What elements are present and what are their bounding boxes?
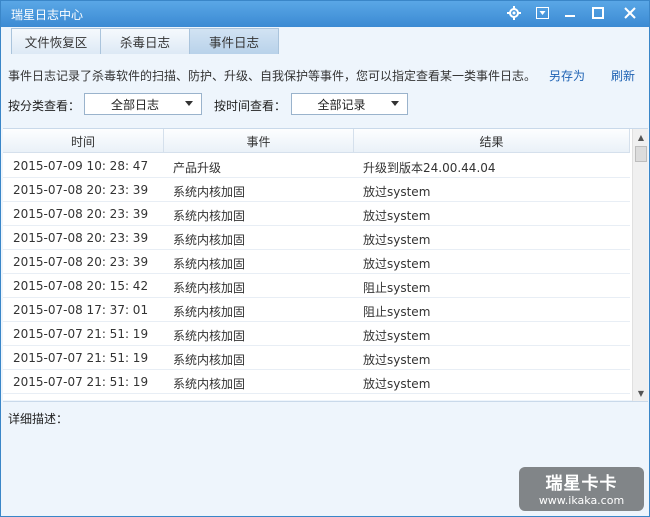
column-header-event[interactable]: 事件 — [164, 129, 354, 153]
cell-time: 2015-07-08 20: 23: 39 — [13, 255, 149, 269]
cell-time: 2015-07-08 20: 15: 42 — [13, 279, 149, 293]
category-filter-label: 按分类查看： — [8, 99, 81, 113]
info-line: 事件日志记录了杀毒软件的扫描、防护、升级、自我保护等事件，您可以指定查看某一类事… — [8, 67, 644, 84]
cell-result: 放过system — [363, 377, 431, 391]
cell-event: 产品升级 — [173, 161, 222, 175]
tab-scan-log[interactable]: 杀毒日志 — [100, 28, 190, 54]
cell-result: 放过system — [363, 257, 431, 271]
ikaka-watermark-logo: 瑞星卡卡 www.ikaka.com — [519, 467, 644, 511]
column-header-time[interactable]: 时间 — [3, 129, 164, 153]
cell-event: 系统内核加固 — [173, 233, 246, 247]
watermark-main-text: 瑞星卡卡 — [545, 474, 618, 494]
chevron-down-icon — [391, 101, 399, 106]
table-row[interactable]: 2015-07-08 20: 23: 39 系统内核加固 放过system — [3, 226, 630, 250]
cell-result: 放过system — [363, 353, 431, 367]
cell-event: 系统内核加固 — [173, 257, 246, 271]
vertical-scrollbar[interactable]: ▲ ▼ — [632, 129, 648, 401]
info-text: 事件日志记录了杀毒软件的扫描、防护、升级、自我保护等事件，您可以指定查看某一类事… — [8, 69, 537, 83]
tab-event-log[interactable]: 事件日志 — [189, 28, 279, 54]
table-row[interactable]: 2015-07-07 21: 51: 19 系统内核加固 放过system — [3, 346, 630, 370]
log-center-window: 瑞星日志中心 文件恢复区 杀毒日志 事件日志 事件日志记录了杀毒软件的扫描、防护… — [0, 0, 650, 517]
cell-result: 阻止system — [363, 281, 431, 295]
table-row[interactable]: 2015-07-08 20: 23: 39 系统内核加固 放过system — [3, 202, 630, 226]
cell-event: 系统内核加固 — [173, 329, 246, 343]
cell-result: 放过system — [363, 185, 431, 199]
cell-event: 系统内核加固 — [173, 377, 246, 391]
tab-bar: 文件恢复区 杀毒日志 事件日志 — [11, 28, 279, 54]
cell-time: 2015-07-07 21: 51: 19 — [13, 351, 149, 365]
table-body: 2015-07-09 10: 28: 47 产品升级 升级到版本24.00.44.0… — [3, 154, 630, 394]
window-title: 瑞星日志中心 — [11, 8, 84, 22]
cell-time: 2015-07-08 20: 23: 39 — [13, 231, 149, 245]
cell-event: 系统内核加固 — [173, 353, 246, 367]
table-row[interactable]: 2015-07-07 21: 51: 19 系统内核加固 放过system — [3, 322, 630, 346]
cell-time: 2015-07-08 20: 23: 39 — [13, 183, 149, 197]
cell-result: 放过system — [363, 329, 431, 343]
cell-event: 系统内核加固 — [173, 209, 246, 223]
table-row[interactable]: 2015-07-08 20: 23: 39 系统内核加固 放过system — [3, 250, 630, 274]
time-select-value: 全部记录 — [317, 97, 366, 112]
watermark-url-text: www.ikaka.com — [538, 494, 625, 507]
save-as-link[interactable]: 另存为 — [549, 67, 585, 84]
cell-time: 2015-07-07 21: 51: 19 — [13, 375, 149, 389]
cell-event: 系统内核加固 — [173, 185, 246, 199]
cell-time: 2015-07-08 20: 23: 39 — [13, 207, 149, 221]
scroll-down-icon[interactable]: ▼ — [633, 385, 649, 401]
title-bar: 瑞星日志中心 — [1, 1, 649, 27]
maximize-icon[interactable] — [588, 4, 608, 22]
table-row[interactable]: 2015-07-07 21: 51: 19 系统内核加固 放过system — [3, 370, 630, 394]
table-row[interactable]: 2015-07-09 10: 28: 47 产品升级 升级到版本24.00.44.0… — [3, 154, 630, 178]
cell-event: 系统内核加固 — [173, 305, 246, 319]
cell-time: 2015-07-09 10: 28: 47 — [13, 159, 149, 173]
close-icon[interactable] — [620, 4, 640, 22]
filter-row: 按分类查看： 全部日志 按时间查看： 全部记录 — [8, 93, 644, 115]
category-select-value: 全部日志 — [110, 97, 159, 112]
menu-dropdown-icon[interactable] — [532, 4, 552, 22]
cell-result: 阻止system — [363, 305, 431, 319]
tab-file-recovery[interactable]: 文件恢复区 — [11, 28, 101, 54]
table-header: 时间 事件 结果 — [3, 129, 630, 153]
time-filter-label: 按时间查看： — [214, 99, 287, 113]
table-row[interactable]: 2015-07-08 17: 37: 01 系统内核加固 阻止system — [3, 298, 630, 322]
table-row[interactable]: 2015-07-08 20: 23: 39 系统内核加固 放过system — [3, 178, 630, 202]
cell-time: 2015-07-07 21: 51: 19 — [13, 327, 149, 341]
column-header-result[interactable]: 结果 — [354, 129, 630, 153]
settings-gear-icon[interactable] — [504, 4, 524, 22]
category-select[interactable]: 全部日志 — [84, 93, 202, 115]
minimize-icon[interactable] — [560, 4, 580, 22]
scroll-up-icon[interactable]: ▲ — [633, 129, 649, 145]
event-log-table: 时间 事件 结果 2015-07-09 10: 28: 47 产品升级 升级到版本2… — [3, 128, 648, 401]
cell-result: 放过system — [363, 209, 431, 223]
cell-time: 2015-07-08 17: 37: 01 — [13, 303, 149, 317]
scrollbar-thumb[interactable] — [635, 146, 647, 162]
chevron-down-icon — [185, 101, 193, 106]
cell-event: 系统内核加固 — [173, 281, 246, 295]
table-row[interactable]: 2015-07-08 20: 15: 42 系统内核加固 阻止system — [3, 274, 630, 298]
cell-result: 升级到版本24.00.44.04 — [363, 161, 496, 175]
cell-result: 放过system — [363, 233, 431, 247]
detail-description-label: 详细描述： — [8, 412, 69, 426]
time-select[interactable]: 全部记录 — [291, 93, 408, 115]
refresh-link[interactable]: 刷新 — [611, 67, 635, 84]
